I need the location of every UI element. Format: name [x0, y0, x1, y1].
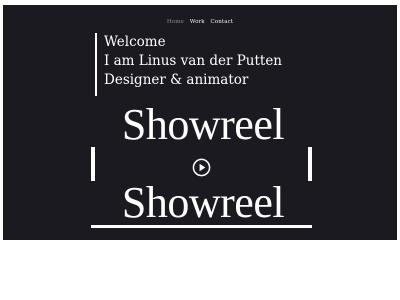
nav-link-contact[interactable]: Contact: [211, 19, 234, 25]
intro-block: Welcome I am Linus van der Putten Design…: [95, 33, 282, 96]
play-icon[interactable]: [192, 158, 211, 177]
hero-section: Home Work Contact Welcome I am Linus van…: [3, 5, 397, 240]
nav-link-home[interactable]: Home: [167, 19, 184, 25]
showreel-title-top: Showreel: [87, 103, 319, 147]
top-nav: Home Work Contact: [3, 19, 397, 25]
intro-name: I am Linus van der Putten: [104, 53, 283, 69]
showreel-frame[interactable]: Showreel Showreel: [87, 103, 319, 228]
nav-link-work[interactable]: Work: [190, 19, 205, 25]
intro-role: Designer & animator: [104, 72, 249, 88]
showreel-title-bottom: Showreel: [87, 181, 319, 225]
intro-welcome: Welcome: [104, 34, 166, 50]
